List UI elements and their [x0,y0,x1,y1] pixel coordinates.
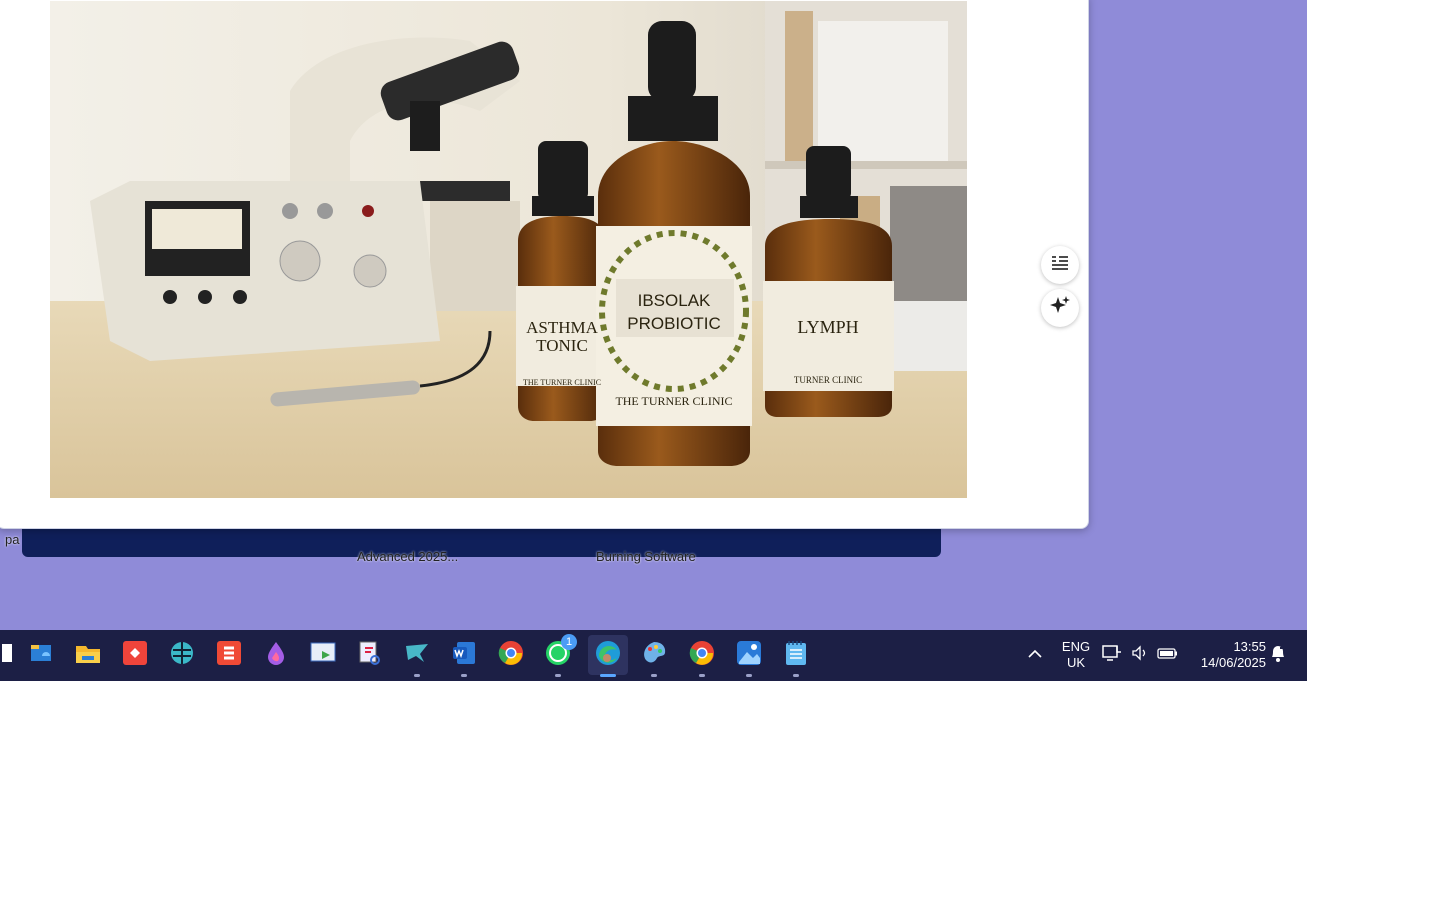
battery-icon [1157,646,1179,665]
running-indicator [461,674,467,677]
start-icon [0,642,14,669]
running-indicator [793,674,799,677]
taskbar-app[interactable] [259,638,293,672]
bottle-label-asthma: ASTHMA [526,318,599,337]
onedrive-folder-icon [28,640,54,671]
anydesk-icon [122,640,148,671]
photo-illustration: ASTHMA TONIC THE TURNER CLINIC IBSOLAK P… [50,1,967,498]
input-language[interactable]: ENG UK [1058,639,1094,671]
bottle-small-clinic: THE TURNER CLINIC [615,394,732,408]
clock-time: 13:55 [1233,639,1266,654]
taskbar-app-active[interactable] [588,635,628,677]
taskbar-app[interactable] [118,638,152,672]
notification-bell-icon [1268,643,1288,668]
taskbar-app[interactable] [400,638,434,677]
chevron-up-icon [1028,646,1042,664]
desktop-icon-label[interactable]: Advanced 2025... [357,549,458,564]
taskbar-app[interactable] [447,638,481,677]
bottle-label-tonic: TONIC [536,336,588,355]
desktop-icon-label[interactable]: pa [5,532,19,547]
taskbar-app[interactable] [353,638,387,672]
image-viewer-window: ASTHMA TONIC THE TURNER CLINIC IBSOLAK P… [0,0,1089,529]
desktop: pa Advanced 2025... Burning Software AST… [0,0,1307,681]
bottle-small-clinic: THE TURNER CLINIC [523,378,601,387]
taskbar-app[interactable] [779,638,813,677]
sublime-icon [216,640,242,671]
photos-icon [736,640,762,671]
taskbar-app[interactable] [71,638,105,672]
taskbar-app[interactable] [732,638,766,677]
word-icon [451,640,477,671]
file-explorer-icon [74,640,102,671]
running-indicator [699,674,705,677]
notepad-icon [784,640,808,671]
transcript-icon [1050,254,1070,277]
network-app-icon [169,640,195,671]
notification-center-button[interactable] [1264,638,1292,672]
desktop-icon-label[interactable]: Burning Software [596,549,696,564]
product-photo: ASTHMA TONIC THE TURNER CLINIC IBSOLAK P… [50,1,967,498]
chrome-icon [498,640,524,671]
running-indicator [746,674,752,677]
clock[interactable]: 13:55 14/06/2025 [1188,639,1266,671]
snipping-tool-icon [357,640,383,671]
ai-sparkle-button[interactable] [1041,289,1079,327]
show-hidden-icons-button[interactable] [1018,638,1052,672]
speaker-icon [1131,644,1149,666]
bottle-label-lymph: LYMPH [797,317,858,337]
running-indicator [555,674,561,677]
language-region: UK [1066,655,1086,670]
language-code: ENG [1061,639,1091,654]
taskbar-app[interactable] [306,638,340,672]
paint-icon [641,640,667,671]
start-button[interactable] [0,638,20,672]
droplet-app-icon [264,640,288,671]
network-icon [1102,644,1122,667]
edge-icon [595,640,621,671]
taskbar-app[interactable] [24,638,58,672]
active-indicator [600,674,616,677]
notification-badge: 1 [561,634,577,650]
bottle-small-clinic: TURNER CLINIC [794,375,862,385]
transcript-button[interactable] [1041,246,1079,284]
chrome-profile-icon [689,640,715,671]
battery-button[interactable] [1154,638,1182,672]
image-viewer-icon [310,641,336,670]
taskbar-app[interactable]: 1 [541,634,577,677]
running-indicator [414,674,420,677]
ai-sparkle-icon [1049,295,1071,322]
taskbar-app[interactable] [685,638,719,677]
taskbar-app[interactable] [637,638,671,677]
bottle-label-probiotic: PROBIOTIC [627,314,721,333]
taskbar-app[interactable] [212,638,246,672]
bottle-label-ibsolak: IBSOLAK [638,291,711,310]
taskbar-app[interactable] [494,638,528,672]
clock-date: 14/06/2025 [1200,655,1266,670]
taskbar: 1 ENG UK 13:55 14/06/2025 [0,630,1307,681]
network-status-button[interactable] [1099,638,1125,672]
bird-app-icon [404,640,430,671]
taskbar-app[interactable] [165,638,199,672]
volume-button[interactable] [1127,638,1153,672]
running-indicator [651,674,657,677]
